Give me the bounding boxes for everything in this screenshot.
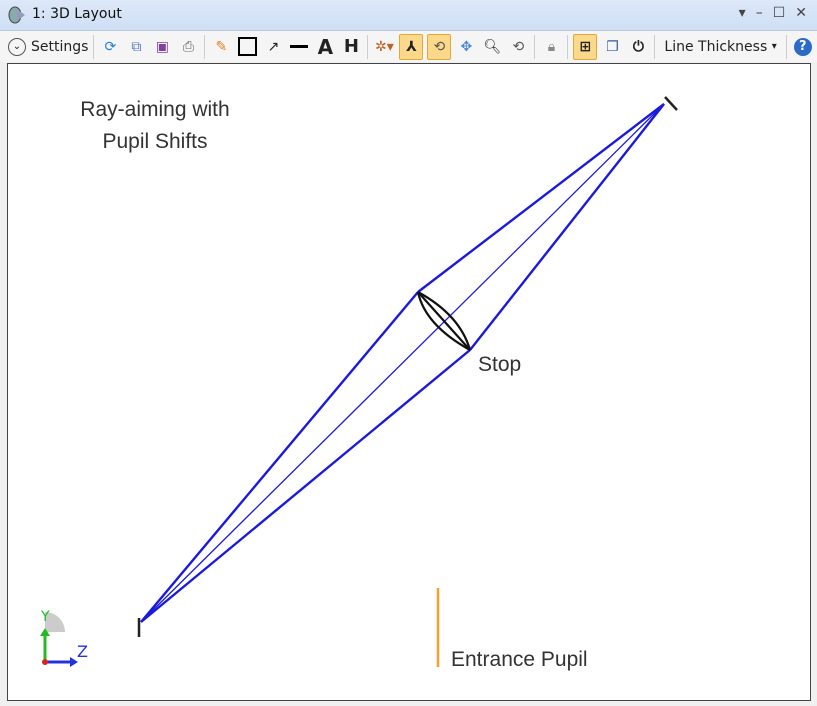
axis-y-label: Y: [41, 609, 50, 625]
dropdown-arrow-icon: ▾: [771, 41, 777, 52]
pencil-icon[interactable]: ✎: [210, 35, 232, 59]
ray: [140, 349, 471, 623]
power-icon[interactable]: ⏻: [627, 35, 649, 59]
line-thickness-dropdown[interactable]: Line Thickness ▾: [660, 35, 780, 59]
line-icon[interactable]: [288, 35, 310, 59]
help-icon[interactable]: ?: [792, 35, 814, 59]
refresh-icon[interactable]: ⟳: [99, 35, 121, 59]
3d-layout-icon: [8, 6, 25, 24]
window-title: 1: 3D Layout: [32, 6, 122, 22]
fit-icon[interactable]: ⊞: [573, 33, 598, 60]
ray: [140, 291, 419, 623]
axis-z-label: Z: [77, 642, 88, 661]
text-icon[interactable]: A: [314, 35, 336, 59]
dropdown-arrow-icon[interactable]: ▾: [739, 5, 746, 21]
zoom-icon[interactable]: 🔍︎: [481, 35, 503, 59]
maximize-button[interactable]: ☐: [773, 5, 786, 21]
copy-icon[interactable]: ⧉: [125, 35, 147, 59]
chevron-down-icon: ⌄: [8, 37, 26, 56]
close-button[interactable]: ✕: [795, 5, 807, 21]
pan-icon[interactable]: ✥: [455, 35, 477, 59]
print-icon[interactable]: ⎙: [177, 35, 199, 59]
windows-icon[interactable]: ❐: [601, 35, 623, 59]
rotate-icon[interactable]: ⟲: [427, 33, 452, 60]
ray: [417, 103, 665, 293]
axes-icon[interactable]: ⅄: [399, 33, 424, 60]
chief-ray: [140, 103, 665, 623]
save-icon[interactable]: ▣: [151, 35, 173, 59]
layout-canvas[interactable]: Ray-aiming with Pupil Shifts Stop Entran…: [7, 63, 811, 701]
toolbar: ⌄ Settings ⟳ ⧉ ▣ ⎙ ✎ ↗ A H ✲▾ ⅄ ⟲ ✥ 🔍︎ ⟲…: [0, 31, 817, 62]
arrow-line-icon[interactable]: ↗: [262, 35, 284, 59]
stop-lens: [416, 291, 472, 351]
image-surface: [664, 96, 678, 111]
settings-label: Settings: [31, 38, 89, 55]
ray-diagram: [40, 96, 678, 667]
settings-button[interactable]: ⌄ Settings: [8, 35, 88, 59]
rotate-view-icon[interactable]: ✲▾: [373, 35, 395, 59]
reset-view-icon[interactable]: ⟲: [507, 35, 529, 59]
lock-icon[interactable]: 🔒︎: [540, 35, 562, 59]
line-thickness-label: Line Thickness: [664, 38, 768, 55]
minimize-button[interactable]: –: [756, 5, 763, 21]
rectangle-icon[interactable]: [236, 35, 258, 59]
ray: [469, 103, 665, 351]
dimension-icon[interactable]: H: [340, 35, 362, 59]
title-bar: 1: 3D Layout ▾ – ☐ ✕: [0, 0, 817, 31]
